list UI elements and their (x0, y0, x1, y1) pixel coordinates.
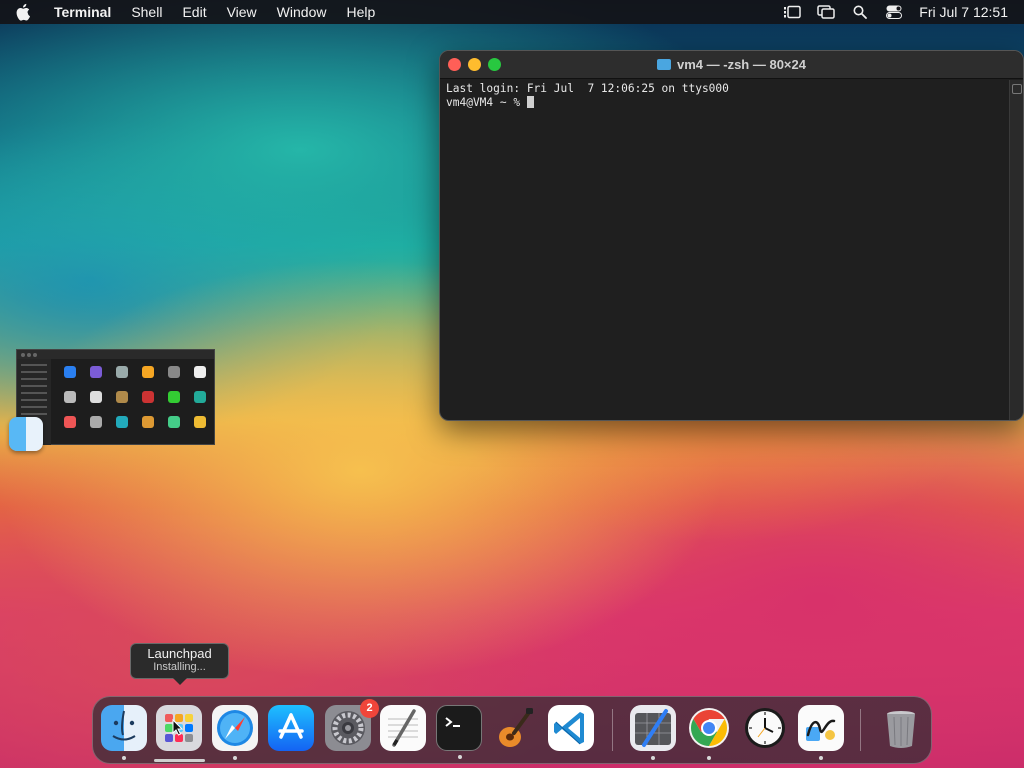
close-button[interactable] (448, 58, 461, 71)
minimize-button[interactable] (468, 58, 481, 71)
folder-icon (657, 59, 671, 70)
garageband-icon (499, 708, 533, 747)
dock-app-store[interactable] (268, 705, 314, 751)
dock-separator (860, 709, 861, 751)
instruments-icon (635, 709, 671, 747)
chrome-icon (689, 708, 729, 748)
vscode-icon (554, 712, 584, 745)
control-center-icon[interactable] (883, 4, 905, 20)
terminal-titlebar[interactable]: vm4 — -zsh — 80×24 (440, 51, 1023, 79)
scroll-indicator[interactable] (1012, 84, 1022, 94)
menu-help[interactable]: Help (346, 4, 375, 20)
app-store-icon (278, 713, 304, 739)
dock-clock[interactable] (742, 705, 788, 751)
spotlight-search-icon[interactable] (849, 4, 871, 20)
menu-app-terminal[interactable]: Terminal (54, 4, 111, 20)
textedit-icon (388, 709, 418, 747)
freeform-icon (806, 719, 836, 741)
window-title-area: vm4 — -zsh — 80×24 (657, 57, 806, 72)
dock-terminal[interactable] (436, 705, 482, 759)
screen-mirroring-icon[interactable] (815, 4, 837, 20)
dock-garageband[interactable] (492, 705, 538, 751)
clock-icon (745, 708, 785, 748)
safari-icon (217, 710, 253, 746)
dock-textedit[interactable] (380, 705, 426, 751)
finder-icon (112, 710, 136, 741)
dock-instruments[interactable] (630, 705, 676, 760)
menu-window[interactable]: Window (277, 4, 327, 20)
finder-window-thumbnail[interactable] (16, 349, 215, 445)
terminal-line-login: Last login: Fri Jul 7 12:06:25 on ttys00… (446, 82, 729, 95)
text-cursor (526, 96, 534, 108)
dock-trash[interactable] (878, 705, 924, 751)
menu-bar: Terminal Shell Edit View Window Help Fri… (0, 0, 1024, 24)
zoom-button[interactable] (488, 58, 501, 71)
menu-bar-clock[interactable]: Fri Jul 7 12:51 (919, 4, 1008, 20)
thumbnail-app-grid (57, 366, 213, 428)
terminal-prompt-line[interactable]: vm4@VM4 ~ % (446, 96, 1017, 110)
dock: 2 (92, 696, 932, 764)
stage-manager-icon[interactable] (781, 4, 803, 20)
terminal-window[interactable]: vm4 — -zsh — 80×24 Last login: Fri Jul 7… (439, 50, 1024, 421)
dock-freeform[interactable] (798, 705, 844, 760)
dock-launchpad[interactable] (156, 705, 202, 751)
status-area: Fri Jul 7 12:51 (769, 0, 1008, 24)
finder-icon[interactable] (9, 417, 43, 451)
terminal-icon (445, 717, 460, 727)
trash-icon (887, 711, 915, 748)
launchpad-icon (165, 714, 193, 742)
apple-menu-icon[interactable] (16, 3, 40, 21)
dock-system-settings[interactable]: 2 (325, 699, 379, 751)
dock-separator (612, 709, 613, 751)
tooltip-subtitle: Installing... (153, 661, 206, 673)
menu-view[interactable]: View (227, 4, 257, 20)
dock-chrome[interactable] (686, 705, 732, 760)
notification-badge: 2 (360, 699, 379, 718)
window-controls (448, 58, 508, 71)
tooltip-title: Launchpad (147, 646, 212, 661)
terminal-scrollbar[interactable] (1009, 80, 1023, 420)
dock-vscode[interactable] (548, 705, 594, 751)
thumbnail-titlebar (17, 350, 214, 359)
launchpad-installing-progress (154, 759, 205, 762)
window-title: vm4 — -zsh — 80×24 (677, 57, 806, 72)
dock-tooltip: Launchpad Installing... (130, 643, 229, 685)
menu-shell[interactable]: Shell (131, 4, 162, 20)
terminal-output[interactable]: Last login: Fri Jul 7 12:06:25 on ttys00… (440, 79, 1023, 113)
dock-safari[interactable] (212, 705, 258, 760)
terminal-prompt: vm4@VM4 ~ % (446, 96, 527, 109)
menu-edit[interactable]: Edit (182, 4, 206, 20)
dock-finder[interactable] (101, 705, 147, 760)
